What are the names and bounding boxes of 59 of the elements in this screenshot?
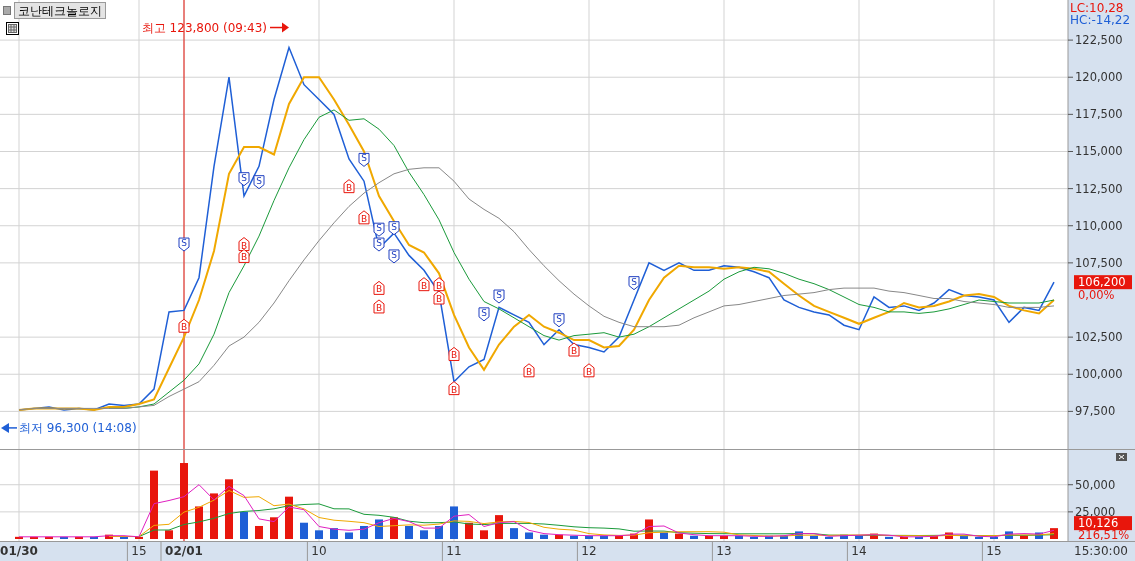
- series-label: B: [240, 252, 248, 263]
- volume-axis-label: 25,000: [1075, 504, 1116, 519]
- buy-signal-marker: B: [373, 280, 385, 295]
- sell-signal-marker: S: [553, 313, 565, 328]
- volume-axis-label: 50,000: [1075, 477, 1116, 492]
- price-axis-label: 120,000: [1075, 70, 1123, 85]
- price-axis-label: 107,500: [1075, 255, 1123, 270]
- sell-signal-marker: S: [373, 237, 385, 252]
- price-axis-label: 100,000: [1075, 367, 1123, 382]
- sell-signal-marker: S: [373, 222, 385, 237]
- date-axis-label: 02/01: [165, 544, 203, 558]
- price-axis-label: 112,500: [1075, 181, 1123, 196]
- buy-signal-marker: B: [433, 290, 445, 305]
- buy-signal-marker: B: [238, 237, 250, 252]
- date-axis-label: 01/30: [0, 544, 38, 558]
- price-axis-label: 122,500: [1075, 33, 1123, 48]
- price-axis-label: 115,000: [1075, 144, 1123, 159]
- date-axis-label: 13: [716, 544, 732, 558]
- date-axis-label: 15: [131, 544, 147, 558]
- current-volume-tag: 10,126: [1074, 516, 1132, 531]
- price-axis-label: 97,500: [1075, 404, 1116, 419]
- buy-signal-marker: B: [373, 299, 385, 314]
- buy-signal-marker: B: [358, 210, 370, 225]
- sell-signal-marker: S: [493, 289, 505, 304]
- sell-signal-marker: S: [478, 307, 490, 322]
- buy-signal-marker: B: [238, 248, 250, 263]
- date-axis-label: 12: [581, 544, 597, 558]
- high-price-label: 최고 123,800 (09:43): [141, 20, 267, 35]
- price-axis-label: 102,500: [1075, 330, 1123, 345]
- series-label: B: [180, 322, 188, 333]
- price-axis-label: 110,000: [1075, 218, 1123, 233]
- lc-value: LC:10,28: [1070, 1, 1124, 15]
- date-axis-label: 10: [311, 544, 327, 558]
- price-axis-label: 117,500: [1075, 107, 1123, 122]
- date-axis-label: 11: [446, 544, 462, 558]
- buy-signal-marker: B: [523, 363, 535, 378]
- sell-signal-marker: S: [628, 276, 640, 291]
- sell-signal-marker: S: [178, 237, 190, 252]
- volume-ratio: 216,51%: [1078, 528, 1130, 543]
- buy-signal-marker: B: [343, 179, 355, 194]
- date-axis-label: 14: [851, 544, 867, 558]
- buy-signal-marker: B: [448, 346, 460, 361]
- buy-signal-marker: B: [433, 277, 445, 292]
- hc-value: HC:-14,22: [1070, 13, 1131, 27]
- low-price-label: 최저 96,300 (14:08): [19, 420, 137, 435]
- buy-signal-marker: B: [583, 363, 595, 378]
- buy-signal-marker: B: [178, 318, 190, 333]
- buy-signal-marker: B: [568, 342, 580, 357]
- sell-signal-marker: S: [253, 175, 265, 190]
- change-percent: 0,00%: [1078, 288, 1115, 303]
- time-label: 15:30:00: [1074, 544, 1128, 558]
- date-axis-label: 15: [986, 544, 1002, 558]
- buy-signal-marker: B: [448, 381, 460, 396]
- buy-signal-marker: B: [418, 277, 430, 292]
- sell-signal-marker: S: [388, 221, 400, 236]
- sell-signal-marker: S: [358, 152, 370, 167]
- sell-signal-marker: S: [388, 249, 400, 264]
- sell-signal-marker: S: [238, 172, 250, 187]
- current-price-tag: 106,200: [1074, 275, 1132, 290]
